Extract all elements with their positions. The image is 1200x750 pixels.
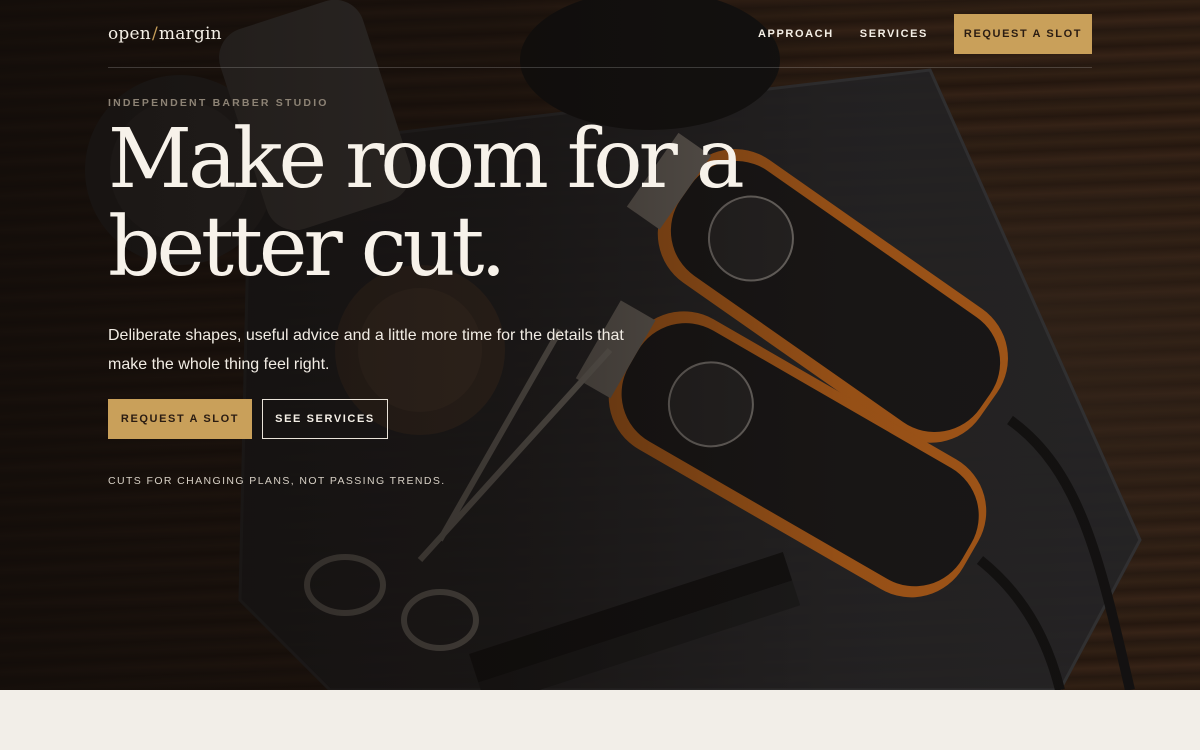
hero-headline: Make room for a better cut. bbox=[108, 116, 808, 292]
logo-text-margin: margin bbox=[158, 24, 222, 44]
logo-slash: / bbox=[151, 24, 158, 44]
hero-lede: Deliberate shapes, useful advice and a l… bbox=[108, 327, 624, 373]
hero-tagline: CUTS FOR CHANGING PLANS, NOT PASSING TRE… bbox=[108, 475, 446, 487]
site-header: open/margin APPROACH SERVICES REQUEST A … bbox=[108, 14, 1092, 68]
hero-eyebrow: INDEPENDENT BARBER STUDIO bbox=[108, 97, 329, 109]
headline-line-1: Make room for a bbox=[108, 112, 745, 207]
logo-text-open: open bbox=[108, 24, 151, 44]
nav-link-services[interactable]: SERVICES bbox=[860, 28, 928, 40]
main-nav: APPROACH SERVICES REQUEST A SLOT bbox=[758, 14, 1092, 54]
nav-link-approach[interactable]: APPROACH bbox=[758, 28, 834, 40]
hero-section: open/margin APPROACH SERVICES REQUEST A … bbox=[0, 0, 1200, 690]
logo[interactable]: open/margin bbox=[108, 24, 222, 44]
headline-line-2: better cut. bbox=[108, 200, 506, 295]
request-slot-button[interactable]: REQUEST A SLOT bbox=[108, 399, 252, 439]
see-services-button[interactable]: SEE SERVICES bbox=[262, 399, 388, 439]
nav-request-slot-button[interactable]: REQUEST A SLOT bbox=[954, 14, 1092, 54]
next-section bbox=[0, 690, 1200, 750]
